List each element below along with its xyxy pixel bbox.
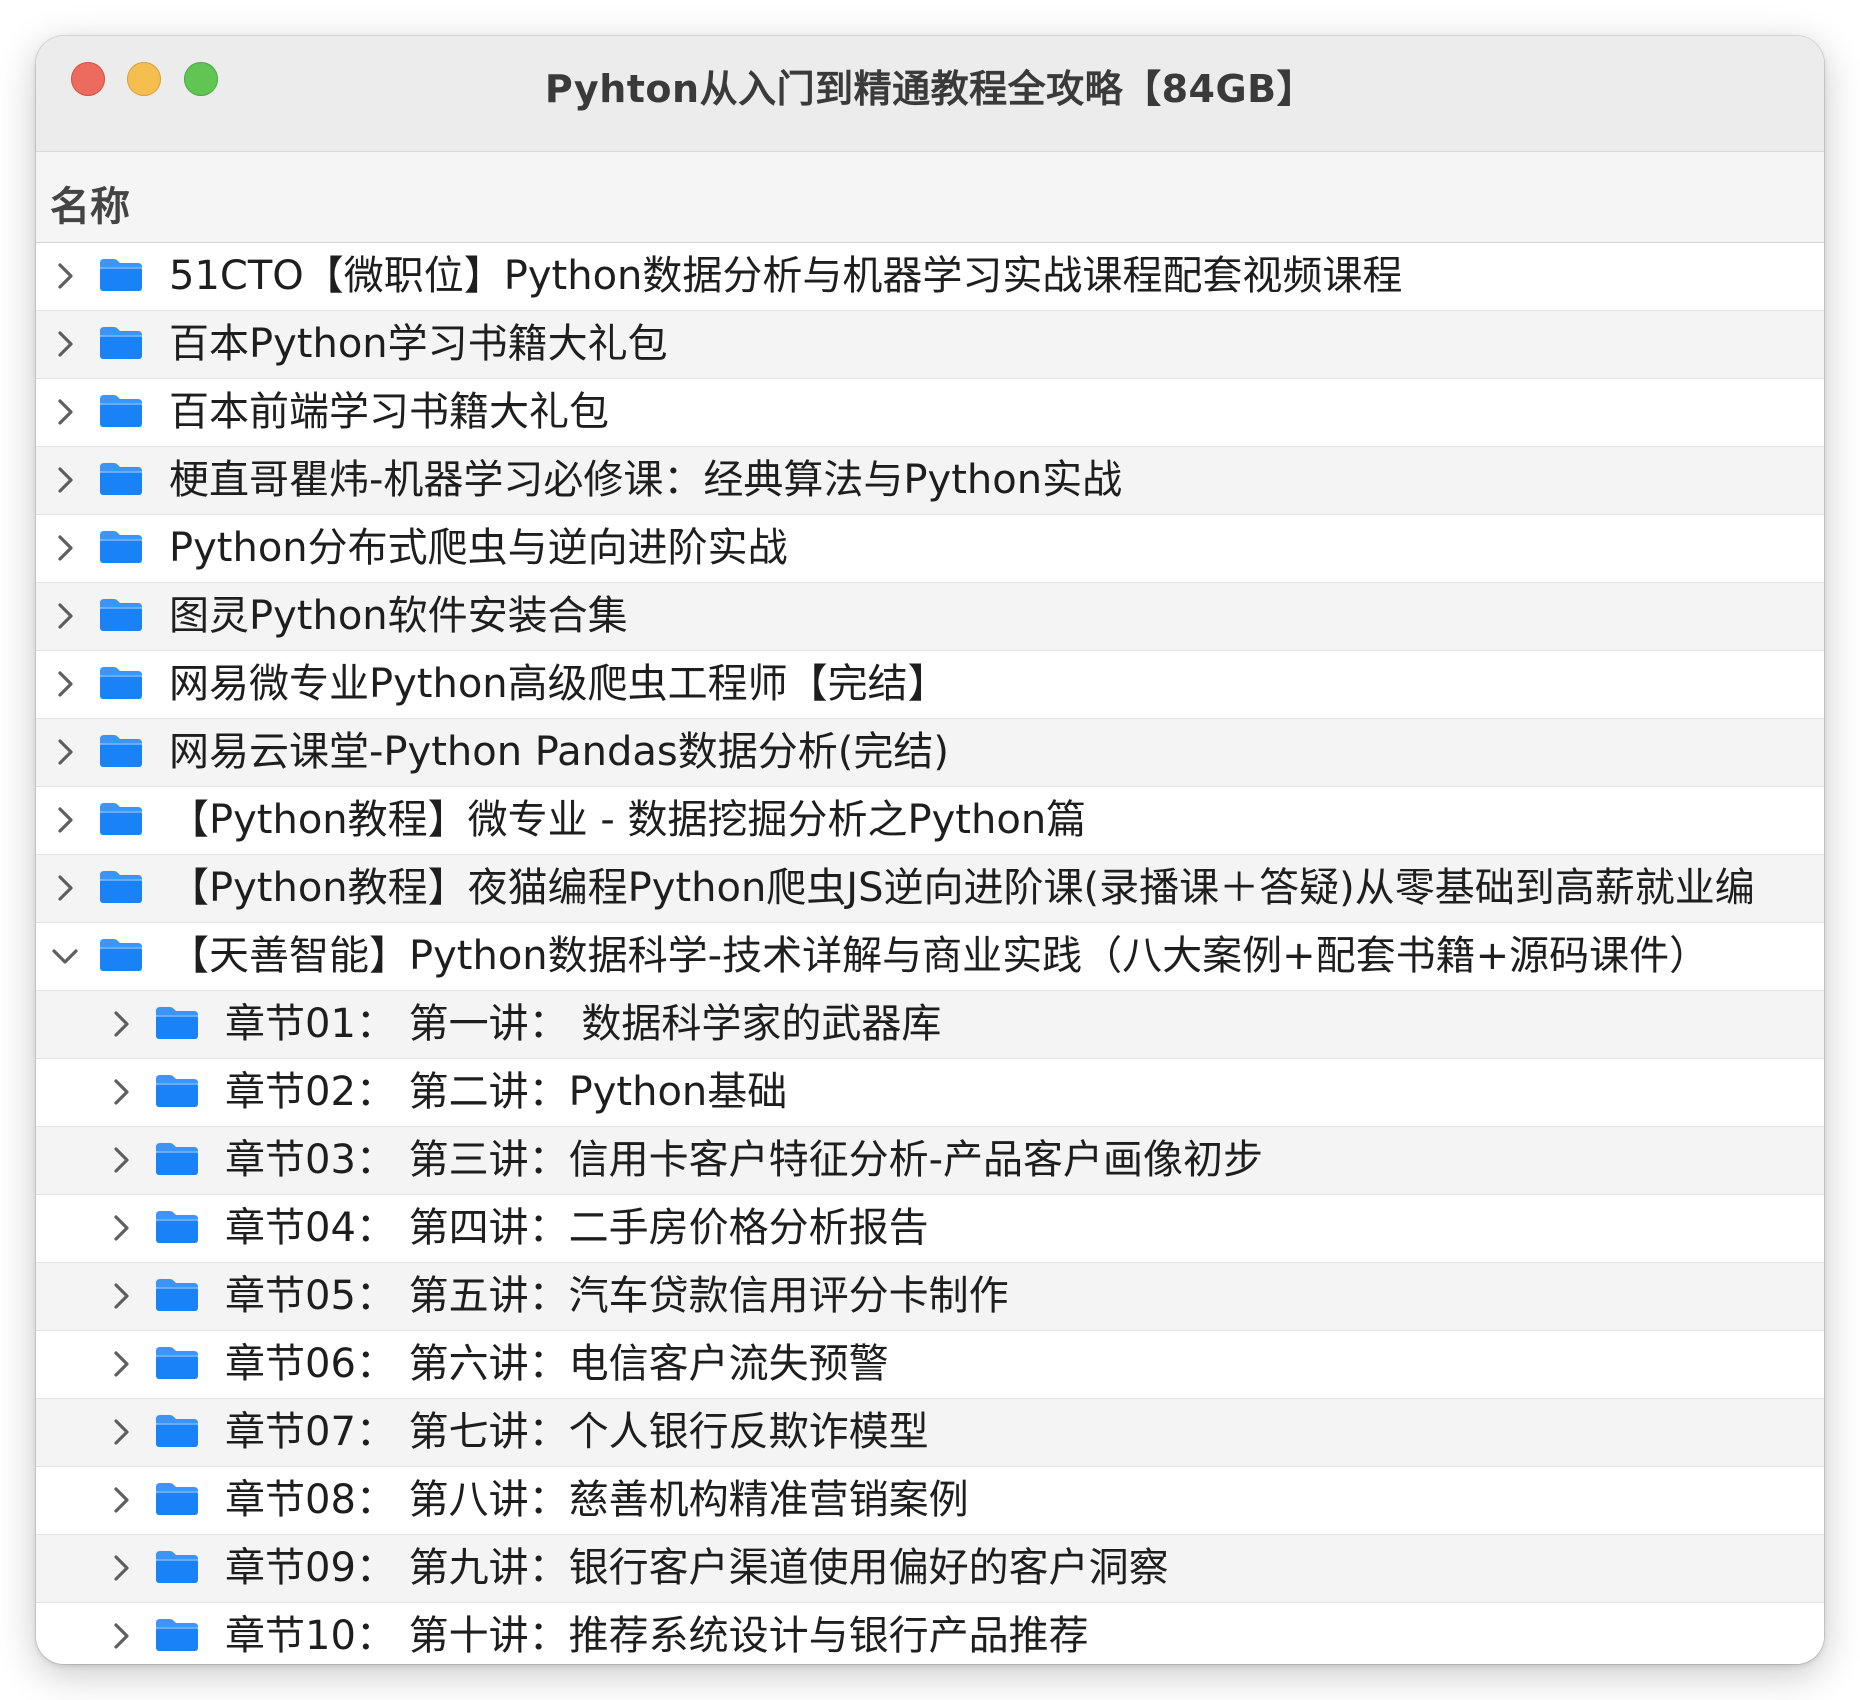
- folder-icon: [154, 1549, 200, 1585]
- disclosure-chevron-right-icon[interactable]: [50, 533, 80, 563]
- folder-name: 章节02： 第二讲：Python基础: [225, 1069, 788, 1115]
- disclosure-chevron-right-icon[interactable]: [50, 329, 80, 359]
- folder-name: Python分布式爬虫与逆向进阶实战: [169, 525, 788, 571]
- folder-name: 百本Python学习书籍大礼包: [169, 321, 668, 367]
- disclosure-chevron-right-icon[interactable]: [106, 1349, 136, 1379]
- folder-icon: [98, 529, 144, 565]
- folder-name: 图灵Python软件安装合集: [169, 593, 628, 639]
- folder-name: 章节09： 第九讲：银行客户渠道使用偏好的客户洞察: [225, 1545, 1169, 1591]
- disclosure-chevron-right-icon[interactable]: [50, 601, 80, 631]
- disclosure-chevron-right-icon[interactable]: [50, 465, 80, 495]
- folder-name: 章节01： 第一讲： 数据科学家的武器库: [225, 1001, 942, 1047]
- disclosure-chevron-right-icon[interactable]: [106, 1077, 136, 1107]
- folder-icon: [98, 597, 144, 633]
- folder-row[interactable]: 章节06： 第六讲：电信客户流失预警: [36, 1331, 1824, 1399]
- folder-icon: [98, 937, 144, 973]
- folder-name: 梗直哥瞿炜-机器学习必修课：经典算法与Python实战: [169, 457, 1123, 503]
- folder-name: 【Python教程】微专业 - 数据挖掘分析之Python篇: [169, 797, 1087, 843]
- folder-icon: [98, 257, 144, 293]
- disclosure-chevron-right-icon[interactable]: [50, 805, 80, 835]
- disclosure-chevron-right-icon[interactable]: [50, 261, 80, 291]
- disclosure-chevron-right-icon[interactable]: [106, 1145, 136, 1175]
- folder-icon: [98, 733, 144, 769]
- folder-icon: [154, 1481, 200, 1517]
- title-bar[interactable]: Pyhton从入门到精通教程全攻略【84GB】: [36, 36, 1824, 152]
- folder-row[interactable]: 章节03： 第三讲：信用卡客户特征分析-产品客户画像初步: [36, 1127, 1824, 1195]
- folder-row[interactable]: 百本Python学习书籍大礼包: [36, 311, 1824, 379]
- disclosure-chevron-right-icon[interactable]: [50, 669, 80, 699]
- folder-icon: [98, 393, 144, 429]
- folder-name: 章节10： 第十讲：推荐系统设计与银行产品推荐: [225, 1613, 1089, 1659]
- folder-icon: [154, 1005, 200, 1041]
- folder-row[interactable]: 章节09： 第九讲：银行客户渠道使用偏好的客户洞察: [36, 1535, 1824, 1603]
- folder-icon: [154, 1413, 200, 1449]
- folder-icon: [98, 325, 144, 361]
- disclosure-chevron-right-icon[interactable]: [106, 1213, 136, 1243]
- finder-window: Pyhton从入门到精通教程全攻略【84GB】 名称 51CTO【微职位】Pyt…: [36, 36, 1824, 1664]
- folder-name: 【Python教程】夜猫编程Python爬虫JS逆向进阶课(录播课＋答疑)从零基…: [169, 865, 1755, 911]
- folder-row[interactable]: 百本前端学习书籍大礼包: [36, 379, 1824, 447]
- folder-row[interactable]: 51CTO【微职位】Python数据分析与机器学习实战课程配套视频课程: [36, 243, 1824, 311]
- folder-icon: [154, 1073, 200, 1109]
- folder-row[interactable]: 章节04： 第四讲：二手房价格分析报告: [36, 1195, 1824, 1263]
- folder-icon: [154, 1209, 200, 1245]
- folder-name: 章节04： 第四讲：二手房价格分析报告: [225, 1205, 929, 1251]
- folder-name: 【天善智能】Python数据科学-技术详解与商业实践（八大案例+配套书籍+源码课…: [169, 933, 1710, 979]
- folder-icon: [98, 461, 144, 497]
- folder-row[interactable]: 章节05： 第五讲：汽车贷款信用评分卡制作: [36, 1263, 1824, 1331]
- folder-row[interactable]: 【Python教程】夜猫编程Python爬虫JS逆向进阶课(录播课＋答疑)从零基…: [36, 855, 1824, 923]
- folder-icon: [154, 1345, 200, 1381]
- window-title: Pyhton从入门到精通教程全攻略【84GB】: [544, 67, 1316, 111]
- folder-row[interactable]: 章节10： 第十讲：推荐系统设计与银行产品推荐: [36, 1603, 1824, 1664]
- folder-icon: [98, 665, 144, 701]
- folder-row[interactable]: 章节08： 第八讲：慈善机构精准营销案例: [36, 1467, 1824, 1535]
- folder-icon: [154, 1141, 200, 1177]
- folder-name: 网易微专业Python高级爬虫工程师【完结】: [169, 661, 948, 707]
- disclosure-chevron-right-icon[interactable]: [106, 1281, 136, 1311]
- folder-name: 百本前端学习书籍大礼包: [169, 389, 609, 435]
- folder-row[interactable]: 【Python教程】微专业 - 数据挖掘分析之Python篇: [36, 787, 1824, 855]
- disclosure-chevron-right-icon[interactable]: [50, 737, 80, 767]
- file-list: 51CTO【微职位】Python数据分析与机器学习实战课程配套视频课程 百本Pyt…: [36, 243, 1824, 1664]
- folder-icon: [154, 1617, 200, 1653]
- disclosure-chevron-right-icon[interactable]: [106, 1485, 136, 1515]
- folder-name: 章节08： 第八讲：慈善机构精准营销案例: [225, 1477, 969, 1523]
- disclosure-chevron-right-icon[interactable]: [106, 1009, 136, 1039]
- folder-row[interactable]: 章节01： 第一讲： 数据科学家的武器库: [36, 991, 1824, 1059]
- folder-name: 网易云课堂-Python Pandas数据分析(完结): [169, 729, 949, 775]
- folder-name: 章节03： 第三讲：信用卡客户特征分析-产品客户画像初步: [225, 1137, 1264, 1183]
- folder-name: 51CTO【微职位】Python数据分析与机器学习实战课程配套视频课程: [169, 253, 1403, 299]
- folder-row[interactable]: Python分布式爬虫与逆向进阶实战: [36, 515, 1824, 583]
- folder-row[interactable]: 图灵Python软件安装合集: [36, 583, 1824, 651]
- column-header-name[interactable]: 名称: [36, 152, 1824, 243]
- disclosure-chevron-right-icon[interactable]: [50, 397, 80, 427]
- folder-name: 章节06： 第六讲：电信客户流失预警: [225, 1341, 889, 1387]
- disclosure-chevron-right-icon[interactable]: [50, 873, 80, 903]
- folder-row[interactable]: 网易微专业Python高级爬虫工程师【完结】: [36, 651, 1824, 719]
- folder-row[interactable]: 网易云课堂-Python Pandas数据分析(完结): [36, 719, 1824, 787]
- folder-row[interactable]: 梗直哥瞿炜-机器学习必修课：经典算法与Python实战: [36, 447, 1824, 515]
- disclosure-chevron-right-icon[interactable]: [106, 1621, 136, 1651]
- folder-row[interactable]: 章节02： 第二讲：Python基础: [36, 1059, 1824, 1127]
- folder-icon: [98, 869, 144, 905]
- folder-name: 章节07： 第七讲：个人银行反欺诈模型: [225, 1409, 929, 1455]
- disclosure-chevron-down-icon[interactable]: [50, 941, 80, 971]
- column-header-label: 名称: [50, 184, 130, 230]
- disclosure-chevron-right-icon[interactable]: [106, 1553, 136, 1583]
- folder-row[interactable]: 章节07： 第七讲：个人银行反欺诈模型: [36, 1399, 1824, 1467]
- folder-icon: [154, 1277, 200, 1313]
- disclosure-chevron-right-icon[interactable]: [106, 1417, 136, 1447]
- folder-icon: [98, 801, 144, 837]
- folder-name: 章节05： 第五讲：汽车贷款信用评分卡制作: [225, 1273, 1009, 1319]
- folder-row[interactable]: 【天善智能】Python数据科学-技术详解与商业实践（八大案例+配套书籍+源码课…: [36, 923, 1824, 991]
